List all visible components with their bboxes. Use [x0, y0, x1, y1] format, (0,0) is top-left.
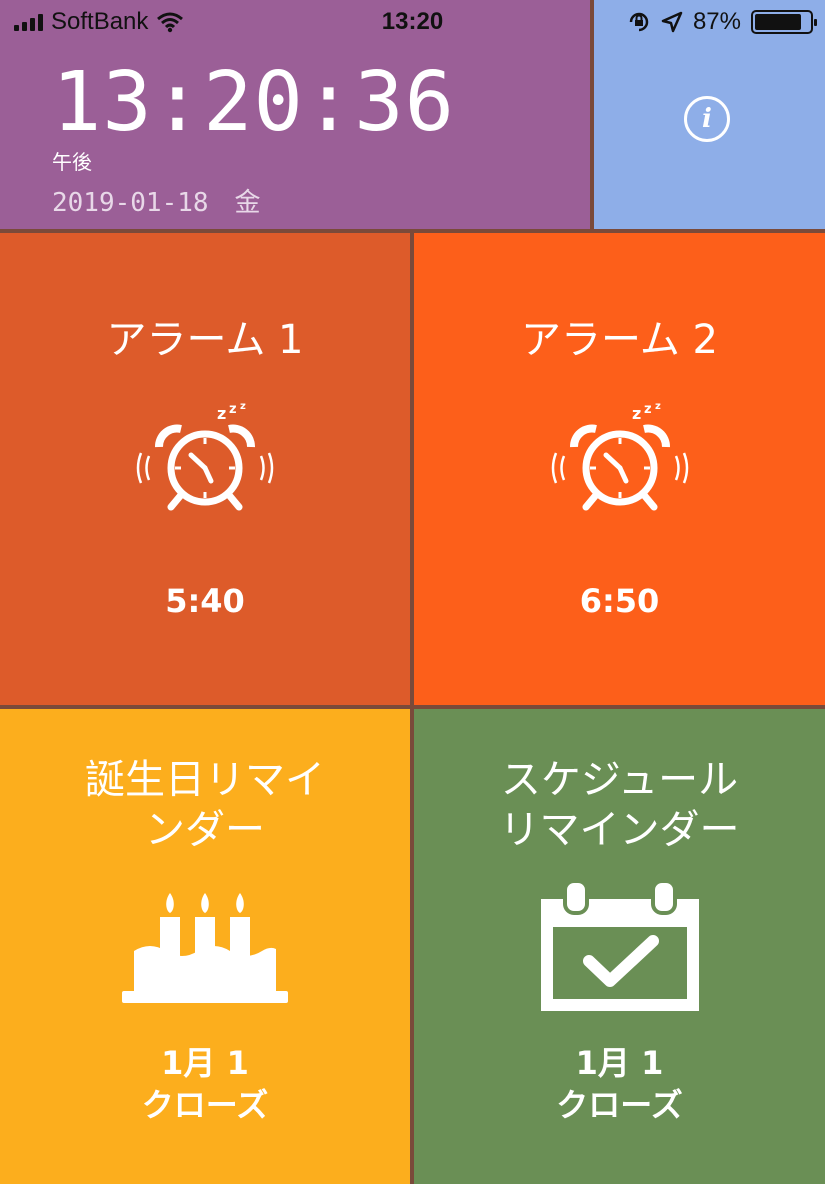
- schedule-reminder-status: 1月 1 クローズ: [556, 1044, 683, 1124]
- svg-text:z: z: [644, 402, 652, 417]
- svg-text:z: z: [229, 402, 237, 417]
- status-bar: SoftBank 13:20 87%: [0, 0, 825, 42]
- am-pm-label: 午後: [52, 150, 92, 174]
- svg-text:z: z: [632, 404, 641, 423]
- svg-text:z: z: [240, 401, 246, 412]
- alarm-clock-icon: z z z: [136, 401, 274, 511]
- svg-text:z: z: [217, 404, 226, 423]
- alarm-2-tile[interactable]: アラーム 2 z z z 6:50: [414, 233, 825, 705]
- info-icon[interactable]: i: [684, 96, 730, 142]
- current-time: 13:20:36: [52, 55, 455, 150]
- rotation-lock-icon: [629, 12, 649, 32]
- birthday-reminder-tile[interactable]: 誕生日リマイ ンダー 1月 1 クローズ: [0, 709, 410, 1184]
- schedule-reminder-tile[interactable]: スケジュール リマインダー 1月 1 クローズ: [414, 709, 825, 1184]
- status-right: 87%: [627, 8, 817, 36]
- alarm-1-tile[interactable]: アラーム 1 z z z 5:40: [0, 233, 410, 705]
- alarm-clock-icon: z z z: [551, 401, 688, 511]
- current-date: 2019-01-18 金: [52, 188, 261, 218]
- alarm-1-time: 5:40: [165, 582, 245, 620]
- alarm-2-time: 6:50: [579, 582, 660, 620]
- location-arrow-icon: [661, 11, 683, 33]
- birthday-reminder-status: 1月 1 クローズ: [141, 1044, 269, 1124]
- alarm-2-title: アラーム 2: [521, 317, 718, 363]
- birthday-cake-icon: [122, 893, 288, 1003]
- schedule-reminder-title: スケジュール リマインダー: [499, 757, 740, 853]
- birthday-reminder-title: 誕生日リマイ ンダー: [85, 757, 325, 853]
- calendar-check-icon: [540, 879, 699, 1011]
- battery-percent: 87%: [692, 8, 741, 35]
- alarm-1-title: アラーム 1: [106, 317, 304, 363]
- svg-text:z: z: [655, 401, 661, 412]
- battery-icon: [751, 10, 817, 34]
